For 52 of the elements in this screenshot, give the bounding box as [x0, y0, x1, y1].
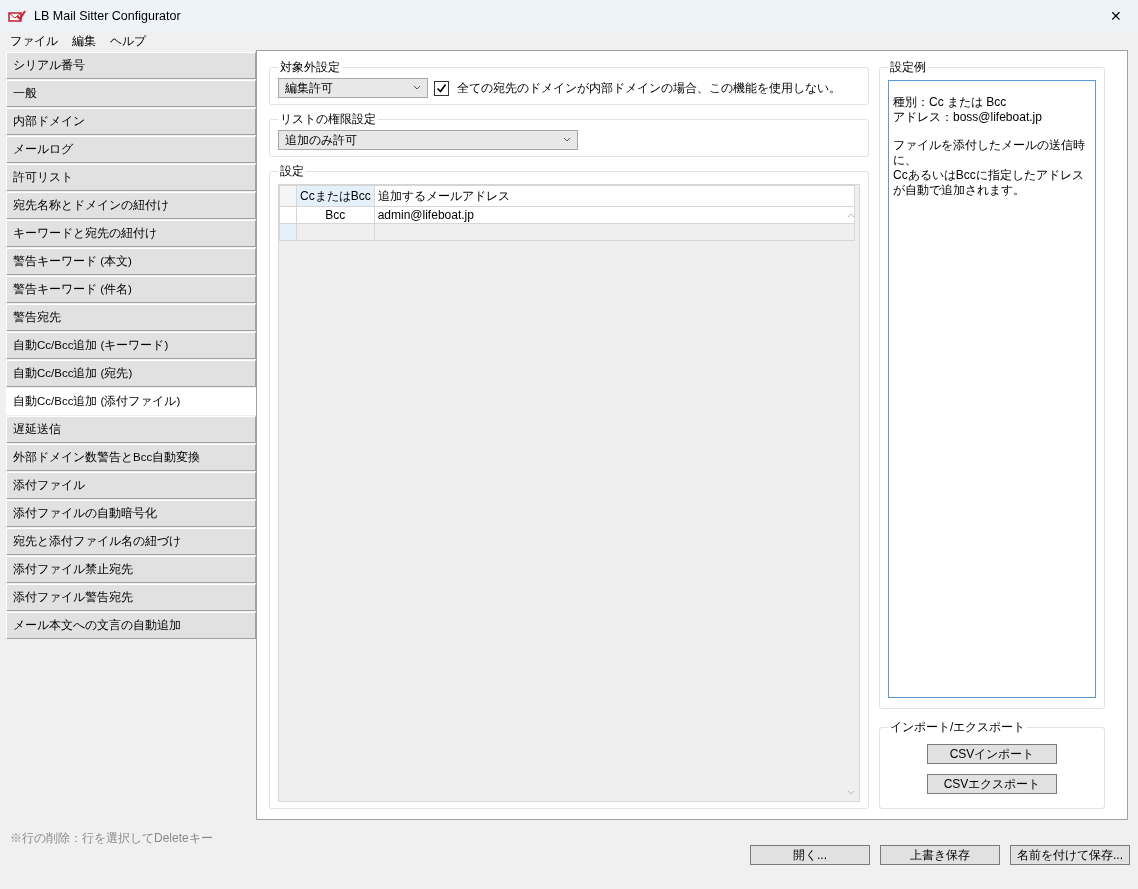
sidebar-item[interactable]: 外部ドメイン数警告とBcc自動変換: [6, 444, 256, 471]
csv-button[interactable]: CSVエクスポート: [927, 774, 1057, 794]
description-text: アドレス：boss@lifeboat.jp: [893, 110, 1043, 125]
sidebar-item[interactable]: メール本文への文言の自動追加: [6, 612, 256, 639]
sidebar-item[interactable]: 宛先と添付ファイル名の紐づけ: [6, 528, 256, 555]
caret-icon: [563, 137, 571, 143]
sidebar-item[interactable]: 自動Cc/Bcc追加 (宛先): [6, 360, 256, 387]
scroll-up-icon[interactable]: [847, 211, 855, 219]
footer-button[interactable]: 上書き保存: [880, 845, 1000, 865]
description-text: 種別：Cc または Bcc: [893, 95, 1008, 110]
group-title: 対象外設定: [279, 59, 341, 76]
description-text: CcあるいはBccに指定したアドレスが自動で追加されます。: [893, 168, 1085, 198]
scroll-down-icon[interactable]: [847, 789, 855, 797]
hint-text: ※行の削除：行を選択してDeleteキー: [9, 830, 214, 847]
sidebar-item[interactable]: 自動Cc/Bcc追加 (添付ファイル): [6, 388, 256, 415]
sidebar-item[interactable]: 遅延送信: [6, 416, 256, 443]
column-header[interactable]: 追加するメールアドレス: [374, 185, 855, 207]
group-title: 設定例: [889, 59, 927, 76]
checkbox-label: 全ての宛先のドメインが内部ドメインの場合、この機能を使用しない。: [457, 79, 841, 97]
window-title: LB Mail Sitter Configurator: [34, 9, 182, 23]
sidebar-item[interactable]: 警告キーワード (件名): [6, 276, 256, 303]
sidebar-item[interactable]: 警告キーワード (本文): [6, 248, 256, 275]
group-title: リストの権限設定: [279, 111, 377, 128]
sidebar-item[interactable]: 宛先名称とドメインの紐付け: [6, 192, 256, 219]
footer-button[interactable]: 名前を付けて保存...: [1010, 845, 1130, 865]
close-button[interactable]: ✕: [1094, 8, 1138, 24]
sidebar-item[interactable]: 許可リスト: [6, 164, 256, 191]
sidebar-item[interactable]: 自動Cc/Bcc追加 (キーワード): [6, 332, 256, 359]
sidebar-item[interactable]: 添付ファイル警告宛先: [6, 584, 256, 611]
sidebar-item[interactable]: 添付ファイル: [6, 472, 256, 499]
sidebar-item[interactable]: シリアル番号: [6, 52, 256, 79]
menu-item[interactable]: ヘルプ: [110, 32, 146, 50]
sidebar-item[interactable]: 内部ドメイン: [6, 108, 256, 135]
group-title: 設定: [279, 163, 305, 180]
group-title: インポート/エクスポート: [889, 719, 1027, 736]
sidebar-item[interactable]: 一般: [6, 80, 256, 107]
dropdown[interactable]: 編集許可: [278, 78, 428, 98]
menu-item[interactable]: 編集: [72, 32, 96, 50]
column-header[interactable]: CcまたはBcc: [296, 185, 375, 207]
sidebar-item[interactable]: 添付ファイル禁止宛先: [6, 556, 256, 583]
sidebar-item[interactable]: メールログ: [6, 136, 256, 163]
app-logo-icon: [8, 10, 26, 22]
sidebar-item[interactable]: 警告宛先: [6, 304, 256, 331]
footer-button[interactable]: 開く...: [750, 845, 870, 865]
menu-item[interactable]: ファイル: [10, 32, 58, 50]
csv-button[interactable]: CSVインポート: [927, 744, 1057, 764]
sidebar-item[interactable]: キーワードと宛先の紐付け: [6, 220, 256, 247]
caret-icon: [413, 85, 421, 91]
checkbox[interactable]: [434, 80, 449, 96]
description-text: ファイルを添付したメールの送信時に、: [893, 138, 1086, 168]
dropdown[interactable]: 追加のみ許可: [278, 130, 578, 150]
sidebar-item[interactable]: 添付ファイルの自動暗号化: [6, 500, 256, 527]
